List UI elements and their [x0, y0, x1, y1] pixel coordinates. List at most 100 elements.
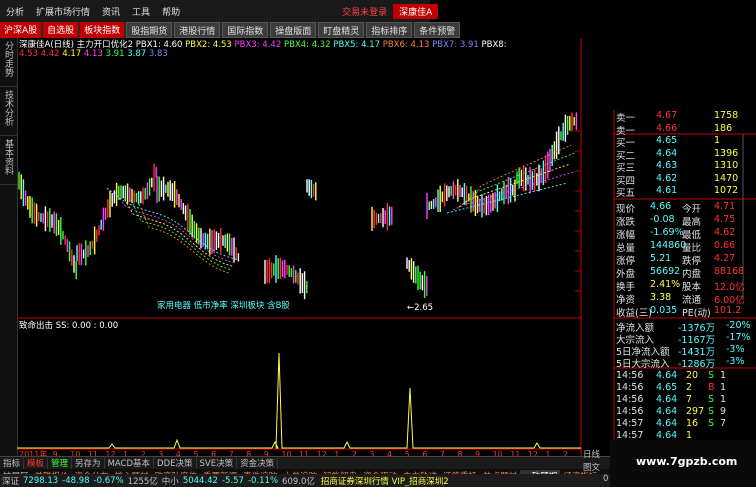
stat-value: 4.62	[714, 227, 736, 238]
stat-label: 股本	[682, 282, 702, 293]
status-news-ticker[interactable]: 招商证券深圳行情 VIP_招商深圳2	[317, 475, 453, 487]
tick-volume: 7	[686, 394, 693, 405]
stat-label: 今开	[682, 204, 702, 215]
left-vertical-tabs: 分时走势 技术分析 基本资料	[0, 38, 18, 458]
stat-value: 5.21	[650, 253, 672, 264]
quote-row: 卖一 4.67 1758	[614, 110, 754, 124]
status-bar: 深证 7298.13 -48.98 -0.67% 1255亿 中小 5044.4…	[0, 474, 610, 487]
flow-label: 5日大宗流入	[616, 359, 670, 370]
watermark-text: www.7gpzb.com	[636, 455, 738, 468]
stat-label: 最高	[682, 217, 702, 228]
tab-monitor[interactable]: 盯盘精灵	[318, 22, 365, 38]
tick-count: 7	[720, 418, 727, 429]
order-price: 4.61	[656, 185, 678, 196]
vtab-technical[interactable]: 技术分析	[0, 87, 17, 136]
quote-row: 买二 4.64 1396	[614, 148, 754, 162]
status-sz-pct: -0.67%	[93, 475, 124, 486]
ma-curve	[122, 195, 234, 267]
tick-time: 14:56	[616, 394, 644, 405]
tick-volume: 297	[686, 406, 705, 417]
stat-value: 4.71	[714, 201, 736, 212]
tick-side: S	[708, 370, 715, 381]
stat-label: 内盘	[682, 269, 702, 280]
stat-value: 12.0亿	[714, 282, 745, 293]
stat-value: -0.08	[650, 214, 675, 225]
status-zx-label: 中小	[161, 476, 179, 487]
candlestick-group	[18, 112, 578, 300]
sector-annotation: 家用电器 低市净率 深圳板块 含B股	[157, 300, 290, 311]
tab-index-futures[interactable]: 股指期货	[126, 22, 173, 38]
stat-value: 56692	[650, 266, 681, 277]
stat-value: 3.38	[650, 292, 672, 303]
tab-intl-index[interactable]: 国际指数	[222, 22, 269, 38]
status-sz-amount: 1255亿	[127, 476, 158, 487]
toolbar: 沪深A股 自选股 板块指数 股指期货 港股行情 国际指数 操盘版面 盯盘精灵 指…	[0, 22, 461, 38]
quote-row: 14:56 4.64 20 S 1	[614, 370, 754, 382]
period-label[interactable]: 日线	[583, 448, 600, 460]
quote-row: 收益(三) 0.035 PE(动) 101.2	[614, 305, 754, 319]
quote-row: 14:56 4.64 297 S 9	[614, 406, 754, 418]
tab-sector-index[interactable]: 板块指数	[80, 22, 125, 38]
vtab-intraday[interactable]: 分时走势	[0, 38, 17, 87]
stat-value: 101.2	[714, 305, 742, 316]
quote-row: 14:56 4.64 7 S 1	[614, 394, 754, 406]
chart-area[interactable]: 深康佳A(日线) 主力开口优化2 PBX1: 4.60 PBX2: 4.53 P…	[17, 38, 582, 458]
quote-row: 换手 2.41% 股本 12.0亿	[614, 279, 754, 293]
tick-side: B	[708, 382, 715, 393]
tab-hk[interactable]: 港股行情	[174, 22, 221, 38]
quote-row: 涨跌 -0.08 最高 4.75	[614, 214, 754, 228]
quote-row: 总量 144860 量比 0.66	[614, 240, 754, 254]
status-zx-amount: 609.0亿	[282, 476, 315, 487]
order-volume: 1758	[714, 110, 739, 121]
stat-label: 现价	[616, 204, 636, 215]
menu-bar: 分析 扩展市场行情 资讯 工具 帮助 交易未登录 深康佳A	[0, 0, 439, 23]
order-price: 4.63	[656, 160, 678, 171]
order-volume: 1	[714, 135, 721, 146]
tick-side: S	[708, 418, 715, 429]
stat-label: 净资	[616, 295, 636, 306]
trade-login-status[interactable]: 交易未登录	[336, 5, 393, 18]
status-sz-label: 深证	[2, 476, 20, 487]
sub-indicator-header: 致命出击 SS: 0.00 : 0.00	[19, 320, 118, 331]
stat-value: 0.035	[650, 305, 678, 316]
tab-watchlist[interactable]: 自选股	[43, 22, 79, 38]
order-price: 4.62	[656, 172, 678, 184]
vtab-fundamental[interactable]: 基本资料	[0, 136, 17, 185]
stock-name-badge: 深康佳A	[393, 3, 439, 19]
stat-label: PE(动)	[682, 308, 711, 319]
stat-label: 总量	[616, 243, 636, 254]
tab-layout[interactable]: 操盘版面	[270, 22, 317, 38]
stat-label: 涨跌	[616, 217, 636, 228]
stat-label: 涨停	[616, 256, 636, 267]
tuwen-tab[interactable]: 图文	[583, 461, 600, 473]
tab-alert[interactable]: 条件预警	[414, 22, 461, 38]
kline-chart[interactable]: 4.404.204.003.803.603.403.203.002.80 家用电…	[17, 38, 582, 458]
indicator-tab-bar: 指标 模板 管理 另存为 MACD基本 DDE决策 SVE决策 资金决策	[0, 456, 610, 470]
tick-price: 4.64	[656, 406, 678, 417]
menu-analysis[interactable]: 分析	[0, 5, 30, 18]
sub-indicator-line	[17, 352, 581, 449]
low-price-label: ←2.65	[407, 303, 433, 313]
menu-tools[interactable]: 工具	[126, 5, 156, 18]
order-price: 4.66	[656, 122, 678, 134]
stat-label: 换手	[616, 282, 636, 293]
tab-sh-sz-a[interactable]: 沪深A股	[0, 22, 42, 38]
stat-value: 4.66	[650, 201, 672, 212]
quote-row: 买一 4.65 1	[614, 135, 754, 149]
menu-ext-market[interactable]: 扩展市场行情	[30, 5, 96, 18]
stat-label: 收益(三)	[616, 308, 652, 319]
ma-curve	[138, 203, 230, 274]
status-zx-value: 5044.42	[182, 475, 218, 486]
flow-pct: -17%	[726, 332, 751, 343]
tick-price: 4.64	[656, 394, 678, 405]
flow-pct: -3%	[726, 356, 745, 367]
tick-price: 4.64	[656, 418, 678, 429]
stat-value: 144860	[650, 240, 687, 251]
stat-label: 流通	[682, 295, 702, 306]
menu-info[interactable]: 资讯	[96, 5, 126, 18]
tick-time: 14:56	[616, 382, 644, 393]
status-sz-value: 7298.13	[23, 475, 59, 486]
tab-indicator-sort[interactable]: 指标排序	[366, 22, 413, 38]
tick-count: 1	[720, 394, 727, 405]
menu-help[interactable]: 帮助	[156, 5, 186, 18]
